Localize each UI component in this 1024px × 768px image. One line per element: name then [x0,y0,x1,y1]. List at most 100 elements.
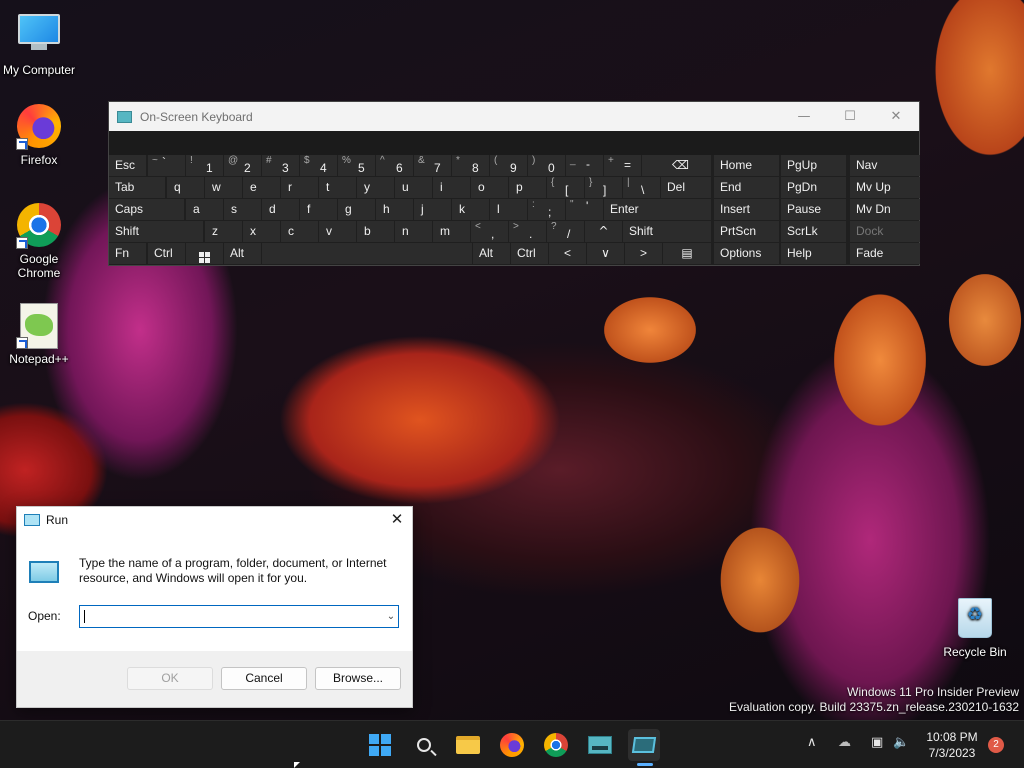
key-3[interactable]: #3 [262,155,299,176]
maximize-button[interactable]: ☐ [827,102,873,131]
key-h[interactable]: h [376,199,413,220]
key-9[interactable]: (9 [490,155,527,176]
key-pgup[interactable]: PgUp [781,155,846,176]
run-title-bar[interactable]: Run [17,507,412,533]
key-arrow-up[interactable]: ^ [585,221,622,242]
network-icon[interactable]: ▣ [871,735,883,750]
desktop-icon-my-computer[interactable]: My Computer [1,10,77,77]
system-clock[interactable]: 10:08 PM 7/3/2023 [920,729,984,761]
key-c[interactable]: c [281,221,318,242]
key-right-ctrl[interactable]: Ctrl [511,243,548,264]
key-0[interactable]: ) 0 [528,155,565,176]
osk-title-bar[interactable]: On-Screen Keyboard — ☐ ✕ [109,102,919,131]
key-b[interactable]: b [357,221,394,242]
key-right-alt[interactable]: Alt [473,243,510,264]
key-enter[interactable]: Enter [604,199,711,220]
desktop-icon-google-chrome[interactable]: Google Chrome [1,203,77,280]
chrome-button[interactable] [540,729,572,761]
key-period[interactable]: >. [509,221,546,242]
key-l[interactable]: l [490,199,527,220]
key-windows[interactable] [186,243,223,264]
search-button[interactable] [408,729,440,761]
key-s[interactable]: s [224,199,261,220]
key-quote[interactable]: " ' [566,199,603,220]
cancel-button[interactable]: Cancel [221,667,307,690]
chevron-up-icon[interactable]: ∧ [807,735,817,750]
key-nav[interactable]: Nav [850,155,920,176]
cloud-offline-icon[interactable]: ☁ [838,735,851,750]
key-1[interactable]: ! 1 [186,155,223,176]
key-end[interactable]: End [714,177,779,198]
firefox-button[interactable] [496,729,528,761]
key-tilde[interactable]: ~ ` [148,155,185,176]
key-prtscn[interactable]: PrtScn [714,221,779,242]
key-context-menu[interactable]: ▤ [663,243,711,264]
key-v[interactable]: v [319,221,356,242]
key-backslash[interactable]: | \ [623,177,660,198]
key-8[interactable]: * 8 [452,155,489,176]
key-backspace[interactable]: ⌫ [642,155,711,176]
key-slash[interactable]: ? / [547,221,584,242]
key-scrlk[interactable]: ScrLk [781,221,846,242]
key-right-shift[interactable]: Shift [623,221,711,242]
key-n[interactable]: n [395,221,432,242]
key-o[interactable]: o [471,177,508,198]
key-7[interactable]: & 7 [414,155,451,176]
key-tab[interactable]: Tab [109,177,165,198]
key-a[interactable]: a [186,199,223,220]
key-5[interactable]: % 5 [338,155,375,176]
key-z[interactable]: z [205,221,242,242]
key-options[interactable]: Options [714,243,779,264]
key-left-bracket[interactable]: {[ [547,177,584,198]
key-j[interactable]: j [414,199,451,220]
key-comma[interactable]: <, [471,221,508,242]
key-q[interactable]: q [167,177,204,198]
on-screen-keyboard-window[interactable]: On-Screen Keyboard — ☐ ✕ Esc ~ ` ! 1 @2 #3… [108,101,920,266]
key-d[interactable]: d [262,199,299,220]
run-dialog[interactable]: Run ✕ Type the name of a program, folder… [16,506,413,708]
key-delete[interactable]: Del [661,177,711,198]
close-button[interactable]: ✕ [873,102,919,131]
key-g[interactable]: g [338,199,375,220]
on-screen-keyboard-button[interactable] [628,729,660,761]
key-pgdn[interactable]: PgDn [781,177,846,198]
key-fn[interactable]: Fn [109,243,146,264]
key-arrow-left[interactable]: < [549,243,586,264]
key-w[interactable]: w [205,177,242,198]
key-right-bracket[interactable]: }] [585,177,622,198]
desktop-icon-recycle-bin[interactable]: Recycle Bin [937,598,1013,659]
key-arrow-down[interactable]: ∨ [587,243,624,264]
key-u[interactable]: u [395,177,432,198]
key-k[interactable]: k [452,199,489,220]
key-insert[interactable]: Insert [714,199,779,220]
key-move-down[interactable]: Mv Dn [850,199,920,220]
desktop-icon-firefox[interactable]: Firefox [1,104,77,167]
key-4[interactable]: $4 [300,155,337,176]
browse-button[interactable]: Browse... [315,667,401,690]
key-minus[interactable]: _ - [566,155,603,176]
key-caps[interactable]: Caps [109,199,184,220]
key-i[interactable]: i [433,177,470,198]
key-r[interactable]: r [281,177,318,198]
desktop-icon-notepad-plus-plus[interactable]: Notepad++ [1,303,77,366]
key-space[interactable] [262,243,472,264]
key-move-up[interactable]: Mv Up [850,177,920,198]
key-help[interactable]: Help [781,243,846,264]
key-semicolon[interactable]: :; [528,199,565,220]
key-dock[interactable]: Dock [850,221,920,242]
key-y[interactable]: y [357,177,394,198]
start-button[interactable] [364,729,396,761]
key-esc[interactable]: Esc [109,155,146,176]
open-input[interactable] [79,605,399,628]
minimize-button[interactable]: — [781,102,827,131]
run-close-button[interactable]: ✕ [382,507,412,531]
key-t[interactable]: t [319,177,356,198]
chevron-down-icon[interactable]: ⌄ [383,606,399,627]
key-f[interactable]: f [300,199,337,220]
key-e[interactable]: e [243,177,280,198]
volume-icon[interactable]: 🔈 [893,735,909,750]
key-home[interactable]: Home [714,155,779,176]
key-equals[interactable]: + = [604,155,641,176]
key-6[interactable]: ^ 6 [376,155,413,176]
key-m[interactable]: m [433,221,470,242]
